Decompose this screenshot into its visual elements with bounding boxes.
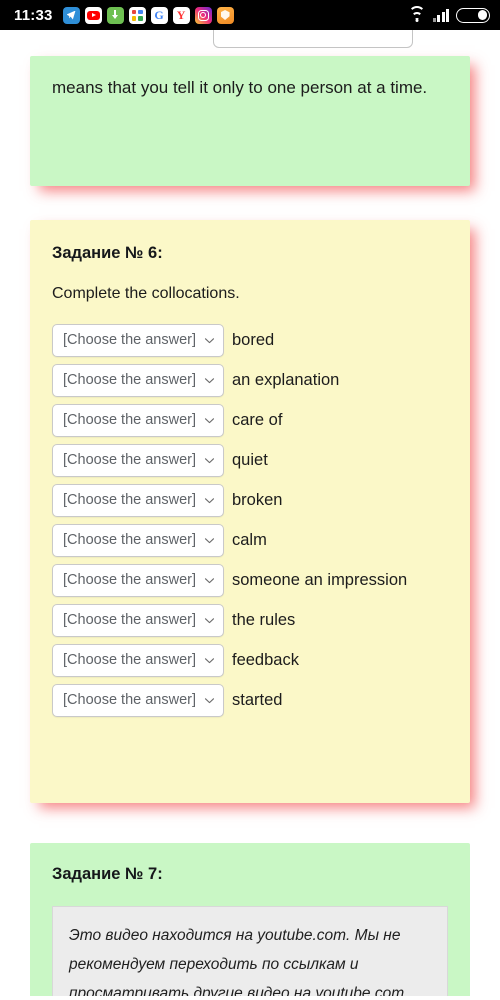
collocation-row: [Choose the answer] bored [52, 323, 448, 357]
collocation-label: bored [232, 331, 275, 349]
collocation-list: [Choose the answer] bored [Choose the an… [52, 323, 448, 717]
collocation-label: feedback [232, 651, 299, 669]
answer-select[interactable]: [Choose the answer] [52, 443, 224, 477]
collocation-label: broken [232, 491, 283, 509]
youtube-icon[interactable] [84, 6, 102, 24]
answer-select[interactable]: [Choose the answer] [52, 523, 224, 557]
task-6-instruction: Complete the collocations. [52, 285, 240, 302]
video-notice-box: Это видео находится на youtube.com. Мы н… [52, 906, 448, 1000]
collocation-row: [Choose the answer] care of [52, 403, 448, 437]
answer-select[interactable]: [Choose the answer] [52, 683, 224, 717]
collocation-row: [Choose the answer] broken [52, 483, 448, 517]
chevron-down-icon [204, 655, 215, 666]
answer-select-placeholder: [Choose the answer] [63, 491, 196, 508]
answer-select-placeholder: [Choose the answer] [63, 411, 196, 428]
instagram-icon[interactable] [194, 6, 212, 24]
task-7-card: Задание № 7: Это видео находится на yout… [30, 843, 470, 1000]
chevron-down-icon [204, 575, 215, 586]
task-6-card: Задание № 6: Complete the collocations. … [30, 220, 470, 803]
answer-select-placeholder: [Choose the answer] [63, 371, 196, 388]
answer-select[interactable]: [Choose the answer] [52, 323, 224, 357]
battery-icon [456, 7, 490, 23]
chevron-down-icon [204, 535, 215, 546]
previous-task-text: means that you tell it only to one perso… [52, 78, 428, 97]
answer-select-placeholder: [Choose the answer] [63, 331, 196, 348]
answer-select[interactable]: [Choose the answer] [52, 483, 224, 517]
collocation-row: [Choose the answer] the rules [52, 603, 448, 637]
collocation-label: started [232, 691, 283, 709]
yandex-icon[interactable]: Y [172, 6, 190, 24]
answer-select-placeholder: [Choose the answer] [63, 611, 196, 628]
system-status-icons [408, 5, 490, 23]
answer-select-placeholder: [Choose the answer] [63, 691, 196, 708]
collocation-label: quiet [232, 451, 268, 469]
chevron-down-icon [204, 455, 215, 466]
answer-select[interactable]: [Choose the answer] [52, 643, 224, 677]
answer-select[interactable]: [Choose the answer] [52, 403, 224, 437]
task-7-title: Задание № 7: [52, 865, 163, 883]
status-bar: 11:33 G Y [0, 0, 500, 30]
shield-icon[interactable] [216, 6, 234, 24]
collocation-row: [Choose the answer] an explanation [52, 363, 448, 397]
collocation-row: [Choose the answer] calm [52, 523, 448, 557]
answer-select-placeholder: [Choose the answer] [63, 571, 196, 588]
answer-select-placeholder: [Choose the answer] [63, 651, 196, 668]
collocation-label: the rules [232, 611, 296, 629]
collocation-row: [Choose the answer] started [52, 683, 448, 717]
wifi-icon [408, 5, 426, 22]
collocation-label: calm [232, 531, 267, 549]
collocation-label: care of [232, 411, 283, 429]
chevron-down-icon [204, 375, 215, 386]
page-scroll-area[interactable]: means that you tell it only to one perso… [0, 30, 500, 1000]
answer-select[interactable]: [Choose the answer] [52, 363, 224, 397]
answer-select-placeholder: [Choose the answer] [63, 451, 196, 468]
answer-select-placeholder: [Choose the answer] [63, 531, 196, 548]
chevron-down-icon [204, 615, 215, 626]
collocation-label: someone an impression [232, 571, 408, 589]
collocation-row: [Choose the answer] quiet [52, 443, 448, 477]
notification-icons: G Y [62, 6, 409, 24]
signal-bars-icon [432, 8, 449, 22]
google-icon[interactable]: G [150, 6, 168, 24]
status-clock: 11:33 [14, 6, 53, 24]
video-notice-text: Это видео находится на youtube.com. Мы н… [69, 927, 405, 1000]
footer: МетаШкола [0, 996, 500, 1000]
answer-select[interactable]: [Choose the answer] [52, 563, 224, 597]
collocation-label: an explanation [232, 371, 340, 389]
task-6-title: Задание № 6: [52, 244, 163, 262]
download-icon[interactable] [106, 6, 124, 24]
previous-task-card: means that you tell it only to one perso… [30, 56, 470, 186]
google-apps-icon[interactable] [128, 6, 146, 24]
collocation-row: [Choose the answer] feedback [52, 643, 448, 677]
chevron-down-icon [204, 695, 215, 706]
collocation-row: [Choose the answer] someone an impressio… [52, 563, 448, 597]
chevron-down-icon [204, 335, 215, 346]
chevron-down-icon [204, 415, 215, 426]
telegram-icon[interactable] [62, 6, 80, 24]
previous-task-select-cutoff[interactable] [213, 30, 413, 48]
chevron-down-icon [204, 495, 215, 506]
footer-brand: МетаШкола [208, 996, 292, 1000]
answer-select[interactable]: [Choose the answer] [52, 603, 224, 637]
